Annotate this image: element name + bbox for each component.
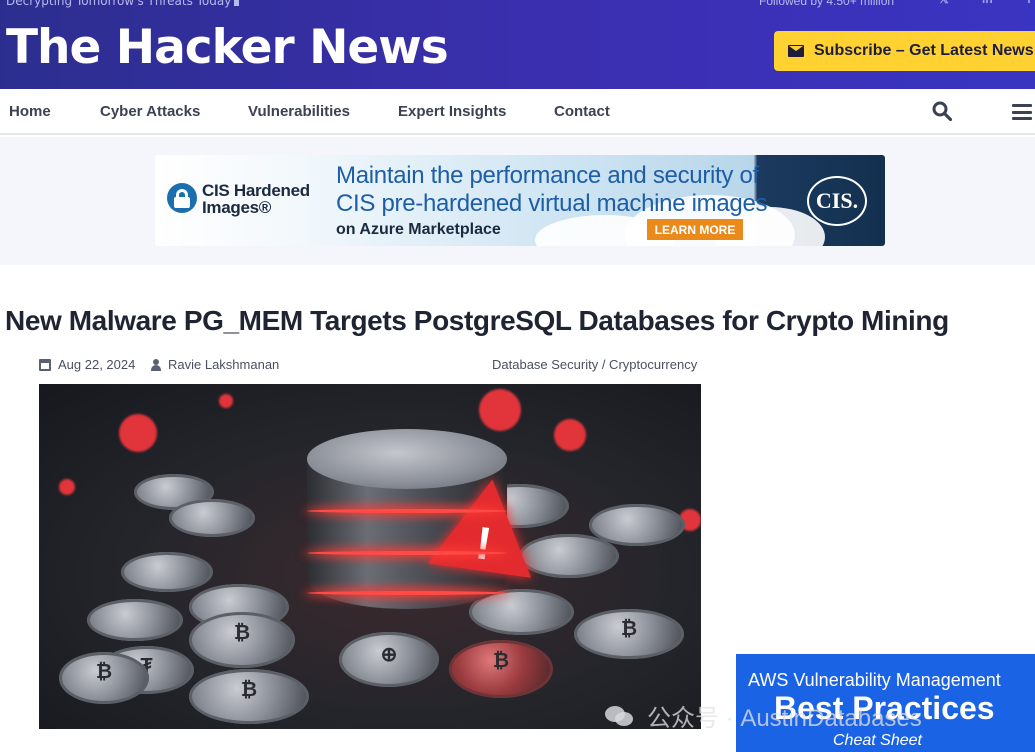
wechat-icon [605, 704, 635, 728]
article-tags[interactable]: Database Security / Cryptocurrency [492, 357, 697, 372]
subscribe-label: Subscribe – Get Latest News [814, 42, 1034, 59]
nav-vulnerabilities[interactable]: Vulnerabilities [248, 103, 350, 120]
twitter-icon[interactable]: 𝕏 [939, 0, 949, 6]
watermark-text: 公众号 · AustinDatabases [647, 705, 922, 732]
tagline: Decrypting Tomorrow's Threats Today [6, 0, 240, 8]
top-bar: Decrypting Tomorrow's Threats Today Foll… [0, 0, 1035, 8]
wechat-watermark: 公众号 · AustinDatabases [605, 698, 922, 733]
typing-cursor [234, 0, 240, 6]
site-header: Decrypting Tomorrow's Threats Today Foll… [0, 0, 1035, 89]
search-icon[interactable] [932, 101, 952, 121]
calendar-icon [39, 358, 51, 371]
nav-contact[interactable]: Contact [554, 103, 610, 120]
subscribe-button[interactable]: Subscribe – Get Latest News [774, 31, 1035, 71]
ad-band: CIS Hardened Images® Maintain the perfor… [0, 137, 1035, 265]
promo-line-3: Cheat Sheet [833, 732, 922, 749]
ad-brand: CIS Hardened Images® [202, 181, 310, 217]
lock-icon [167, 183, 197, 213]
hamburger-menu-icon[interactable] [1012, 104, 1032, 120]
envelope-icon [788, 45, 804, 57]
author-name[interactable]: Ravie Lakshmanan [168, 357, 279, 372]
nav-expert-insights[interactable]: Expert Insights [398, 103, 506, 120]
linkedin-icon[interactable]: in [982, 0, 993, 6]
facebook-icon[interactable]: f [1027, 0, 1031, 6]
ad-headline-2: CIS pre-hardened virtual machine images [336, 190, 768, 217]
author-icon [151, 358, 161, 371]
cis-banner-ad[interactable]: CIS Hardened Images® Maintain the perfor… [155, 155, 885, 246]
cis-logo: CIS. [807, 176, 867, 226]
nav-cyber-attacks[interactable]: Cyber Attacks [100, 103, 200, 120]
ad-subline: on Azure Marketplace [336, 221, 501, 238]
article-title[interactable]: New Malware PG_MEM Targets PostgreSQL Da… [5, 305, 949, 337]
promo-line-1: AWS Vulnerability Management [748, 670, 1001, 690]
main-nav: Home Cyber Attacks Vulnerabilities Exper… [0, 89, 1035, 135]
article-hero-image[interactable]: ₮ ₿ ₿ ₿ ₿ ₿ ⊕ ! [39, 384, 701, 729]
ad-headline-1: Maintain the performance and security of [336, 162, 759, 189]
followers-count: Followed by 4.50+ million [759, 0, 895, 8]
article-author: Ravie Lakshmanan [151, 357, 279, 372]
tags-text[interactable]: Database Security / Cryptocurrency [492, 357, 697, 372]
article-date: Aug 22, 2024 [39, 357, 135, 372]
learn-more-button[interactable]: LEARN MORE [647, 219, 743, 240]
site-logo[interactable]: The Hacker News [6, 22, 449, 74]
date-text: Aug 22, 2024 [58, 357, 136, 372]
nav-home[interactable]: Home [9, 103, 51, 120]
